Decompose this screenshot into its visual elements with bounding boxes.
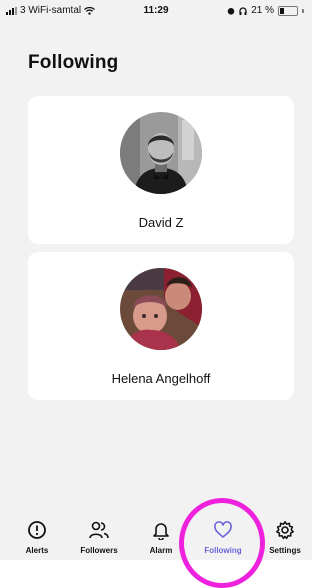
avatar xyxy=(120,112,202,194)
following-card-david[interactable]: David Z xyxy=(28,96,294,244)
tab-label: Followers xyxy=(80,546,118,555)
tab-label: Settings xyxy=(269,546,301,555)
users-icon xyxy=(89,521,109,539)
tab-following[interactable]: Following xyxy=(192,512,254,560)
alarm-clock-icon xyxy=(227,7,235,15)
status-right: 21 % xyxy=(227,5,304,16)
following-card-helena[interactable]: Helena Angelhoff xyxy=(28,252,294,400)
headphones-icon xyxy=(239,6,247,15)
tab-label: Alarm xyxy=(149,546,173,555)
following-name: David Z xyxy=(138,215,184,230)
battery-tip xyxy=(302,8,304,13)
tab-followers[interactable]: Followers xyxy=(68,512,130,560)
tab-alarm[interactable]: Alarm xyxy=(130,512,192,560)
tab-alerts[interactable]: Alerts xyxy=(6,512,68,560)
gear-icon xyxy=(276,521,294,540)
tab-label: Following xyxy=(204,546,242,555)
tab-settings[interactable]: Settings xyxy=(254,512,316,560)
tab-bar: Alerts Followers Alarm Following Setting… xyxy=(0,512,312,560)
avatar-photo xyxy=(120,268,202,350)
app-screen: 3 WiFi-samtal 11:29 21 % Following David… xyxy=(0,0,312,560)
following-name: Helena Angelhoff xyxy=(111,371,211,386)
page-title: Following xyxy=(28,52,119,73)
battery-icon xyxy=(278,5,298,16)
tab-label: Alerts xyxy=(25,546,49,555)
bell-icon xyxy=(153,523,169,540)
avatar-photo xyxy=(120,112,202,194)
status-bar: 3 WiFi-samtal 11:29 21 % xyxy=(0,0,312,22)
avatar xyxy=(120,268,202,350)
heart-icon xyxy=(214,521,232,538)
alert-circle-icon xyxy=(28,521,46,539)
battery-percent: 21 % xyxy=(251,5,274,16)
